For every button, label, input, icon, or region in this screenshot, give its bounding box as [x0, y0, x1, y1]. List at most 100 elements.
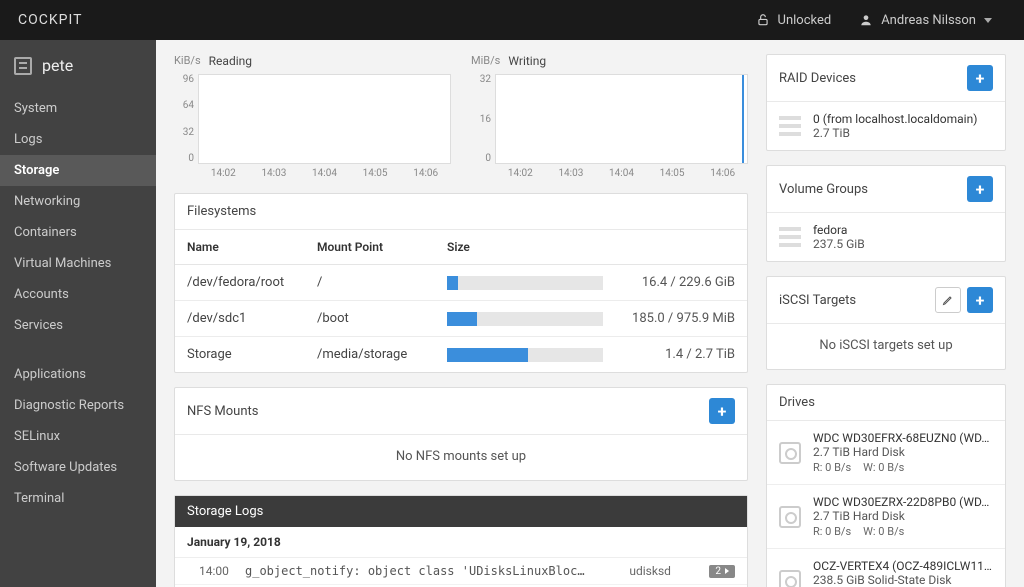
- fs-mount: /boot: [317, 311, 447, 326]
- fs-size: 16.4 / 229.6 GiB: [615, 275, 735, 290]
- raid-panel: RAID Devices + 0 (from localhost.localdo…: [766, 54, 1006, 151]
- sidebar-item-selinux[interactable]: SELinux: [0, 421, 156, 452]
- disk-icon: [779, 442, 801, 464]
- log-time: 14:00: [199, 564, 235, 578]
- vg-panel: Volume Groups + fedora 237.5 GiB: [766, 165, 1006, 262]
- iscsi-panel: iSCSI Targets + No iSCSI targets set up: [766, 276, 1006, 370]
- sidebar-item-applications[interactable]: Applications: [0, 359, 156, 390]
- unlock-icon: [756, 13, 770, 27]
- drive-title: WDC WD30EFRX-68EUZN0 (WD…: [813, 431, 993, 445]
- raid-icon: [779, 116, 801, 136]
- drives-panel: Drives WDC WD30EFRX-68EUZN0 (WD… 2.7 TiB…: [766, 384, 1006, 587]
- drive-item[interactable]: OCZ-VERTEX4 (OCZ-489ICLW11… 238.5 GiB So…: [767, 548, 1005, 587]
- brand: COCKPIT: [18, 12, 82, 28]
- add-nfs-button[interactable]: +: [709, 398, 735, 424]
- username: Andreas Nilsson: [881, 13, 976, 28]
- sidebar-item-software-updates[interactable]: Software Updates: [0, 452, 156, 483]
- sidebar-item-networking[interactable]: Networking: [0, 186, 156, 217]
- pencil-icon: [942, 294, 954, 306]
- disk-icon: [779, 506, 801, 528]
- chart-title: Writing: [508, 54, 546, 68]
- drive-item[interactable]: WDC WD30EZRX-22D8PB0 (WD… 2.7 TiB Hard D…: [767, 484, 1005, 548]
- nfs-panel: NFS Mounts + No NFS mounts set up: [174, 387, 748, 481]
- drive-stats: R: 0 B/sW: 0 B/s: [813, 461, 993, 474]
- chart-unit: MiB/s: [471, 54, 500, 68]
- filesystem-row[interactable]: /dev/fedora/root / 16.4 / 229.6 GiB: [175, 265, 747, 301]
- topbar: COCKPIT Unlocked Andreas Nilsson: [0, 0, 1024, 40]
- drive-title: OCZ-VERTEX4 (OCZ-489ICLW11…: [813, 559, 993, 573]
- filesystem-row[interactable]: Storage /media/storage 1.4 / 2.7 TiB: [175, 337, 747, 372]
- sidebar-item-system[interactable]: System: [0, 93, 156, 124]
- chevron-down-icon: [984, 18, 992, 23]
- chart-plot: [495, 74, 748, 164]
- col-size: Size: [447, 240, 735, 254]
- host-icon: [14, 57, 32, 75]
- panel-title: Drives: [779, 395, 815, 410]
- filesystem-row[interactable]: /dev/sdc1 /boot 185.0 / 975.9 MiB: [175, 301, 747, 337]
- writing-chart: MiB/s Writing 32160 14:0214:0314:0414:05…: [471, 54, 748, 179]
- sidebar-item-terminal[interactable]: Terminal: [0, 483, 156, 514]
- fs-mount: /media/storage: [317, 347, 447, 362]
- log-message: g_object_notify: object class 'UDisksLin…: [245, 564, 619, 578]
- drive-stats: R: 0 B/sW: 0 B/s: [813, 525, 993, 538]
- io-charts: KiB/s Reading 9664320 14:0214:0314:0414:…: [174, 54, 748, 179]
- write-spike: [742, 75, 744, 163]
- item-sub: 2.7 TiB: [813, 126, 993, 140]
- sidebar-item-containers[interactable]: Containers: [0, 217, 156, 248]
- log-count-badge: 2: [709, 565, 735, 578]
- list-item[interactable]: 0 (from localhost.localdomain) 2.7 TiB: [767, 102, 1005, 150]
- raid-icon: [779, 227, 801, 247]
- iscsi-empty: No iSCSI targets set up: [767, 324, 1005, 369]
- drive-title: WDC WD30EZRX-22D8PB0 (WD…: [813, 495, 993, 509]
- lock-label: Unlocked: [778, 13, 832, 28]
- usage-bar: [447, 312, 603, 326]
- fs-name: Storage: [187, 347, 317, 362]
- fs-name: /dev/sdc1: [187, 311, 317, 326]
- usage-bar: [447, 348, 603, 362]
- edit-iscsi-button[interactable]: [935, 287, 961, 313]
- sidebar: pete SystemLogsStorageNetworkingContaine…: [0, 40, 156, 587]
- disk-icon: [779, 570, 801, 587]
- panel-title: Storage Logs: [175, 496, 747, 527]
- main-content: KiB/s Reading 9664320 14:0214:0314:0414:…: [156, 40, 1024, 587]
- drive-sub: 2.7 TiB Hard Disk: [813, 509, 993, 523]
- fs-name: /dev/fedora/root: [187, 275, 317, 290]
- item-title: 0 (from localhost.localdomain): [813, 112, 993, 126]
- panel-title: RAID Devices: [779, 71, 856, 86]
- chart-title: Reading: [209, 54, 252, 68]
- chart-unit: KiB/s: [174, 54, 201, 68]
- host-label[interactable]: pete: [0, 40, 156, 93]
- drive-sub: 238.5 GiB Solid-State Disk: [813, 573, 993, 587]
- sidebar-item-virtual-machines[interactable]: Virtual Machines: [0, 248, 156, 279]
- log-entry[interactable]: 14:00 g_object_notify: object class 'UDi…: [175, 558, 747, 585]
- panel-title: iSCSI Targets: [779, 293, 856, 308]
- sidebar-item-diagnostic-reports[interactable]: Diagnostic Reports: [0, 390, 156, 421]
- storage-logs-panel: Storage Logs January 19, 2018 14:00 g_ob…: [174, 495, 748, 587]
- panel-title: NFS Mounts: [187, 404, 258, 419]
- sidebar-item-accounts[interactable]: Accounts: [0, 279, 156, 310]
- add-raid-button[interactable]: +: [967, 65, 993, 91]
- privilege-toggle[interactable]: Unlocked: [742, 0, 846, 40]
- log-source: udisksd: [629, 564, 699, 578]
- sidebar-item-services[interactable]: Services: [0, 310, 156, 341]
- sidebar-item-logs[interactable]: Logs: [0, 124, 156, 155]
- reading-chart: KiB/s Reading 9664320 14:0214:0314:0414:…: [174, 54, 451, 179]
- col-mount: Mount Point: [317, 240, 447, 254]
- add-iscsi-button[interactable]: +: [967, 287, 993, 313]
- panel-title: Volume Groups: [779, 182, 868, 197]
- nfs-empty: No NFS mounts set up: [175, 435, 747, 480]
- user-menu[interactable]: Andreas Nilsson: [845, 0, 1006, 40]
- filesystems-panel: Filesystems Name Mount Point Size /dev/f…: [174, 193, 748, 373]
- fs-mount: /: [317, 275, 447, 290]
- list-item[interactable]: fedora 237.5 GiB: [767, 213, 1005, 261]
- user-icon: [859, 13, 873, 27]
- panel-title: Filesystems: [187, 204, 256, 219]
- logs-date: January 19, 2018: [175, 527, 747, 558]
- sidebar-item-storage[interactable]: Storage: [0, 155, 156, 186]
- drive-item[interactable]: WDC WD30EFRX-68EUZN0 (WD… 2.7 TiB Hard D…: [767, 421, 1005, 484]
- hostname: pete: [42, 56, 73, 75]
- add-vg-button[interactable]: +: [967, 176, 993, 202]
- fs-size: 185.0 / 975.9 MiB: [615, 311, 735, 326]
- item-sub: 237.5 GiB: [813, 237, 993, 251]
- chart-plot: [198, 74, 451, 164]
